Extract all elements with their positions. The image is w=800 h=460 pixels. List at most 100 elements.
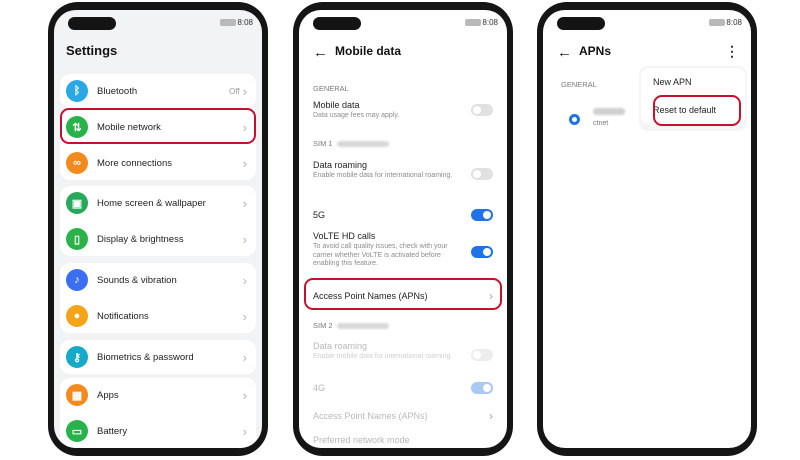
section-general: GENERAL bbox=[561, 80, 597, 89]
status-time: 8:08 bbox=[237, 18, 253, 27]
row-title: VoLTE HD calls bbox=[313, 231, 376, 241]
data-roaming-2-row: Data roaming Enable mobile data for inte… bbox=[313, 341, 493, 362]
settings-item-label: Notifications bbox=[97, 310, 149, 322]
bluetooth-icon: ᛒ bbox=[66, 80, 88, 102]
apn-2-row: Access Point Names (APNs) › bbox=[313, 409, 493, 423]
settings-item-label: Bluetooth bbox=[97, 85, 138, 97]
row-title: Data roaming bbox=[313, 341, 368, 351]
key-icon: ⚷ bbox=[66, 346, 88, 368]
settings-item-home-screen[interactable]: ▣ Home screen & wallpaper › bbox=[60, 186, 256, 220]
row-subtitle: To avoid call quality issues, check with… bbox=[313, 243, 448, 267]
row-title: 4G bbox=[313, 383, 326, 393]
phone-settings: 8:08 Settings ᛒ Bluetooth Off › ⇅ Mobile… bbox=[48, 2, 268, 456]
row-title: Preferred network mode bbox=[313, 435, 410, 445]
settings-item-notifications[interactable]: ● Notifications › bbox=[60, 299, 256, 333]
row-title: 5G bbox=[313, 210, 326, 220]
chevron-right-icon: › bbox=[242, 155, 247, 171]
row-subtitle: Data usage fees may apply. bbox=[313, 112, 400, 119]
battery-icon: ▭ bbox=[66, 420, 88, 442]
4g-row: 4G bbox=[313, 382, 493, 394]
settings-screen: 8:08 Settings ᛒ Bluetooth Off › ⇅ Mobile… bbox=[54, 10, 262, 448]
settings-item-bluetooth[interactable]: ᛒ Bluetooth Off › bbox=[60, 74, 256, 108]
chevron-right-icon: › bbox=[242, 423, 247, 439]
apn-name-redacted bbox=[593, 108, 625, 115]
phone-mobile-data: 8:08 ← Mobile data GENERAL Mobile data D… bbox=[293, 2, 513, 456]
apps-icon: ▦ bbox=[66, 384, 88, 406]
mobile-data-toggle[interactable] bbox=[471, 104, 493, 116]
chevron-right-icon: › bbox=[242, 231, 247, 247]
data-roaming-row[interactable]: Data roaming Enable mobile data for inte… bbox=[313, 160, 493, 181]
camera-cutout bbox=[313, 17, 361, 30]
row-subtitle: Enable mobile data for international roa… bbox=[313, 172, 453, 179]
back-arrow-icon[interactable]: ← bbox=[557, 45, 572, 60]
5g-toggle[interactable] bbox=[471, 209, 493, 221]
apns-screen: 8:08 ← APNs ⋮ GENERAL ctnet New APN Rese… bbox=[543, 10, 751, 448]
settings-item-label: Apps bbox=[97, 389, 119, 401]
settings-item-label: Battery bbox=[97, 425, 128, 437]
highlight-mobile-network bbox=[60, 108, 256, 144]
row-title: Access Point Names (APNs) bbox=[313, 411, 428, 421]
chevron-right-icon: › bbox=[242, 308, 247, 324]
settings-item-battery[interactable]: ▭ Battery › bbox=[60, 414, 256, 448]
settings-item-label: Biometrics & password bbox=[97, 351, 194, 363]
camera-cutout bbox=[557, 17, 605, 30]
settings-item-apps[interactable]: ▦ Apps › bbox=[60, 378, 256, 412]
settings-item-more-connections[interactable]: ∞ More connections › bbox=[60, 146, 256, 180]
menu-item-new-apn[interactable]: New APN bbox=[641, 68, 745, 96]
settings-item-biometrics[interactable]: ⚷ Biometrics & password › bbox=[60, 340, 256, 374]
settings-item-label: Home screen & wallpaper bbox=[97, 197, 206, 209]
settings-item-label: More connections bbox=[97, 157, 172, 169]
settings-item-label: Sounds & vibration bbox=[97, 274, 177, 286]
mobile-data-screen: 8:08 ← Mobile data GENERAL Mobile data D… bbox=[299, 10, 507, 448]
sim1-number-redacted bbox=[336, 141, 389, 148]
back-arrow-icon[interactable]: ← bbox=[313, 45, 328, 60]
camera-cutout bbox=[68, 17, 116, 30]
settings-item-display[interactable]: ▯ Display & brightness › bbox=[60, 222, 256, 256]
more-vertical-icon[interactable]: ⋮ bbox=[725, 44, 739, 58]
highlight-reset bbox=[653, 95, 741, 126]
page-title: Settings bbox=[66, 43, 118, 58]
highlight-apn bbox=[304, 278, 502, 310]
page-title: APNs bbox=[579, 44, 612, 58]
bell-icon: ● bbox=[66, 305, 88, 327]
apn-subtitle: ctnet bbox=[593, 120, 609, 127]
data-roaming-toggle[interactable] bbox=[471, 168, 493, 180]
mobile-data-row[interactable]: Mobile data Data usage fees may apply. bbox=[313, 100, 493, 121]
signal-icon bbox=[220, 19, 236, 26]
sim2-label: SIM 2 bbox=[313, 321, 333, 330]
status-bar: 8:08 bbox=[54, 10, 262, 32]
chevron-right-icon: › bbox=[242, 83, 247, 99]
chevron-right-icon: › bbox=[242, 195, 247, 211]
phone-apns: 8:08 ← APNs ⋮ GENERAL ctnet New APN Rese… bbox=[537, 2, 757, 456]
signal-icon bbox=[709, 19, 725, 26]
section-general: GENERAL bbox=[313, 84, 349, 93]
data-roaming-2-toggle bbox=[471, 349, 493, 361]
preferred-network-row: Preferred network mode bbox=[313, 435, 493, 445]
5g-row[interactable]: 5G bbox=[313, 209, 493, 221]
wallpaper-icon: ▣ bbox=[66, 192, 88, 214]
sim2-number-redacted bbox=[336, 323, 389, 330]
apn-radio-selected[interactable] bbox=[569, 114, 580, 125]
section-sim1: SIM 1 bbox=[313, 139, 389, 148]
status-time: 8:08 bbox=[482, 18, 498, 27]
display-icon: ▯ bbox=[66, 228, 88, 250]
page-title: Mobile data bbox=[335, 44, 402, 58]
chevron-right-icon: › bbox=[242, 272, 247, 288]
settings-item-label: Display & brightness bbox=[97, 233, 184, 245]
chevron-right-icon: › bbox=[489, 409, 493, 423]
volte-row[interactable]: VoLTE HD calls To avoid call quality iss… bbox=[313, 231, 493, 269]
status-bar: 8:08 bbox=[299, 10, 507, 32]
row-subtitle: Enable mobile data for international roa… bbox=[313, 353, 453, 360]
link-icon: ∞ bbox=[66, 152, 88, 174]
status-time: 8:08 bbox=[726, 18, 742, 27]
section-sim2: SIM 2 bbox=[313, 321, 389, 330]
signal-icon bbox=[465, 19, 481, 26]
row-title: Data roaming bbox=[313, 160, 368, 170]
bluetooth-status: Off bbox=[229, 86, 240, 96]
status-bar: 8:08 bbox=[543, 10, 751, 32]
chevron-right-icon: › bbox=[242, 387, 247, 403]
volte-toggle[interactable] bbox=[471, 246, 493, 258]
chevron-right-icon: › bbox=[242, 349, 247, 365]
4g-toggle bbox=[471, 382, 493, 394]
settings-item-sounds[interactable]: ♪ Sounds & vibration › bbox=[60, 263, 256, 297]
